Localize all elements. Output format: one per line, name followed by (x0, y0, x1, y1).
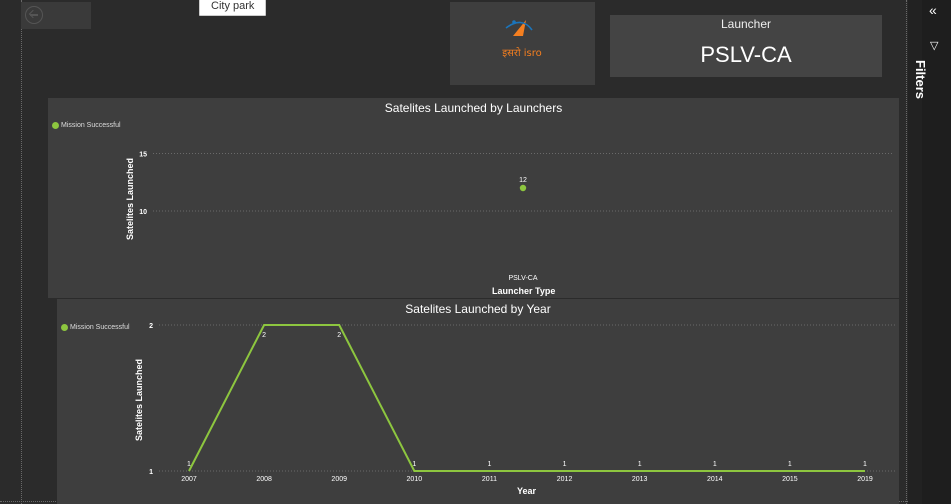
back-arrow-icon (25, 6, 43, 24)
canvas-boundary-right (906, 0, 907, 504)
isro-logo: इसरो isro (502, 20, 542, 59)
chart1-y-tick: 10 (139, 209, 147, 216)
chart2-data-label: 1 (187, 461, 191, 468)
chart2-x-tick: 2012 (557, 476, 573, 483)
chart2-x-tick: 2013 (632, 476, 648, 483)
canvas-boundary-left (21, 0, 22, 504)
chart1-data-point (519, 184, 527, 192)
chart2-x-tick: 2015 (782, 476, 798, 483)
chart2-data-label: 1 (713, 461, 717, 468)
chart2-x-tick: 2010 (407, 476, 423, 483)
filters-label: Filters (913, 60, 928, 100)
chart2-data-label: 1 (412, 461, 416, 468)
chart1-y-tick: 15 (139, 152, 147, 159)
chart2-data-label: 1 (563, 461, 567, 468)
chart2-series-line (188, 324, 865, 472)
launcher-card: Launcher PSLV-CA (610, 15, 882, 77)
chart2-data-label: 1 (638, 461, 642, 468)
logo-text: इसरो isro (502, 47, 542, 59)
chart2-y-tick: 1 (149, 469, 153, 476)
report-canvas: City park इसरो isro Launcher PSLV-CA Sat… (0, 0, 908, 504)
launchers-chart-panel[interactable]: Satelites Launched by Launchers Mission … (48, 98, 899, 298)
chart2-x-tick: 2008 (256, 476, 272, 483)
chart2-data-label: 2 (262, 332, 266, 339)
chart2-y-tick: 2 (149, 323, 153, 330)
chart2-x-tick: 2007 (181, 476, 197, 483)
chevron-left-icon[interactable]: « (929, 2, 937, 18)
chart2-x-tick: 2009 (331, 476, 347, 483)
chart2-x-tick: 2011 (482, 476, 497, 483)
chart2-data-label: 1 (487, 461, 491, 468)
chart2-x-tick: 2019 (857, 476, 873, 483)
chart2-plot: 1 2 2007 2008 2009 2010 2011 2012 2013 2014 2015 20… (149, 323, 895, 483)
funnel-icon: ▽ (930, 40, 939, 52)
chart2-data-label: 1 (863, 461, 867, 468)
isro-logo-card: इसरो isro (450, 2, 595, 85)
chart2-x-tick: 2014 (707, 476, 723, 483)
tooltip: City park (199, 0, 267, 16)
launcher-card-value: PSLV-CA (700, 42, 792, 67)
chart2-data-label: 2 (337, 332, 341, 339)
launcher-card-label: Launcher (720, 17, 772, 31)
filters-pane-collapsed[interactable]: « ▽ Filters (913, 0, 951, 504)
year-chart-panel[interactable]: Satelites Launched by Year Mission Succe… (57, 299, 899, 504)
chart1-data-label: 12 (519, 177, 527, 184)
chart1-plot: 10 15 PSLV-CA 12 (139, 152, 893, 282)
chart2-data-label: 1 (788, 461, 792, 468)
back-button[interactable] (21, 2, 91, 29)
chart1-x-tick: PSLV-CA (508, 275, 537, 282)
